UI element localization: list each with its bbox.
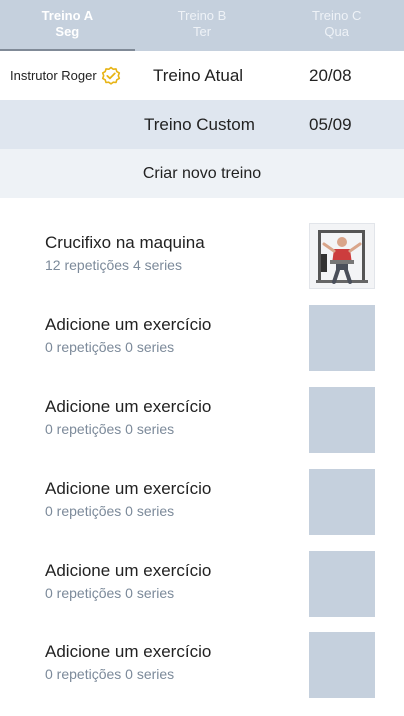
exercise-machine-image[interactable] bbox=[309, 223, 375, 289]
exercise-title: Crucifixo na maquina bbox=[45, 233, 205, 252]
verified-badge-icon bbox=[101, 66, 121, 86]
tab-day: Seg bbox=[55, 24, 80, 39]
tab-label: Treino C bbox=[311, 8, 362, 23]
tab-day: Qua bbox=[324, 24, 349, 39]
exercise-image-placeholder[interactable] bbox=[309, 305, 375, 371]
exercise-item[interactable]: Adicione um exercício 0 repetições 0 ser… bbox=[0, 469, 404, 537]
instructor-name: Instrutor Roger bbox=[10, 68, 97, 83]
exercise-title: Adicione um exercício bbox=[45, 561, 212, 580]
create-workout-button[interactable]: Criar novo treino bbox=[0, 149, 404, 198]
workout-row-custom[interactable]: Treino Custom 05/09 bbox=[0, 100, 404, 149]
exercise-item[interactable]: Adicione um exercício 0 repetições 0 ser… bbox=[0, 632, 404, 700]
workout-date: 20/08 bbox=[309, 65, 352, 85]
tab-treino-b[interactable]: Treino B Ter bbox=[135, 0, 270, 51]
tab-label: Treino B bbox=[177, 8, 227, 23]
workout-tabs: Treino A Seg Treino B Ter Treino C Qua bbox=[0, 0, 404, 51]
tab-treino-c[interactable]: Treino C Qua bbox=[269, 0, 404, 51]
exercise-item[interactable]: Crucifixo na maquina 12 repetições 4 ser… bbox=[0, 223, 404, 291]
create-workout-label: Criar novo treino bbox=[142, 164, 262, 182]
exercise-details: 0 repetições 0 series bbox=[45, 421, 175, 437]
exercise-image-placeholder[interactable] bbox=[309, 469, 375, 535]
exercise-item[interactable]: Adicione um exercício 0 repetições 0 ser… bbox=[0, 551, 404, 619]
exercise-title: Adicione um exercício bbox=[45, 479, 212, 498]
exercise-title: Adicione um exercício bbox=[45, 642, 212, 661]
exercise-image-placeholder[interactable] bbox=[309, 387, 375, 453]
workout-date: 05/09 bbox=[309, 114, 352, 134]
exercise-details: 0 repetições 0 series bbox=[45, 666, 175, 682]
tab-label: Treino A bbox=[41, 8, 94, 23]
exercise-title: Adicione um exercício bbox=[45, 315, 212, 334]
exercise-item[interactable]: Adicione um exercício 0 repetições 0 ser… bbox=[0, 387, 404, 455]
exercise-image-placeholder[interactable] bbox=[309, 632, 375, 698]
instructor-label: Instrutor Roger bbox=[10, 51, 121, 100]
tab-day: Ter bbox=[192, 24, 212, 39]
exercise-details: 0 repetições 0 series bbox=[45, 503, 175, 519]
workout-name: Treino Atual bbox=[153, 65, 244, 85]
workout-name: Treino Custom bbox=[144, 114, 255, 134]
exercise-title: Adicione um exercício bbox=[45, 397, 212, 416]
exercise-details: 0 repetições 0 series bbox=[45, 339, 175, 355]
exercise-details: 12 repetições 4 series bbox=[45, 257, 182, 273]
exercise-image-placeholder[interactable] bbox=[309, 551, 375, 617]
exercise-item[interactable]: Adicione um exercício 0 repetições 0 ser… bbox=[0, 305, 404, 373]
tab-treino-a[interactable]: Treino A Seg bbox=[0, 0, 135, 51]
workout-row-current[interactable]: Instrutor Roger Treino Atual 20/08 bbox=[0, 51, 404, 100]
exercise-details: 0 repetições 0 series bbox=[45, 585, 175, 601]
